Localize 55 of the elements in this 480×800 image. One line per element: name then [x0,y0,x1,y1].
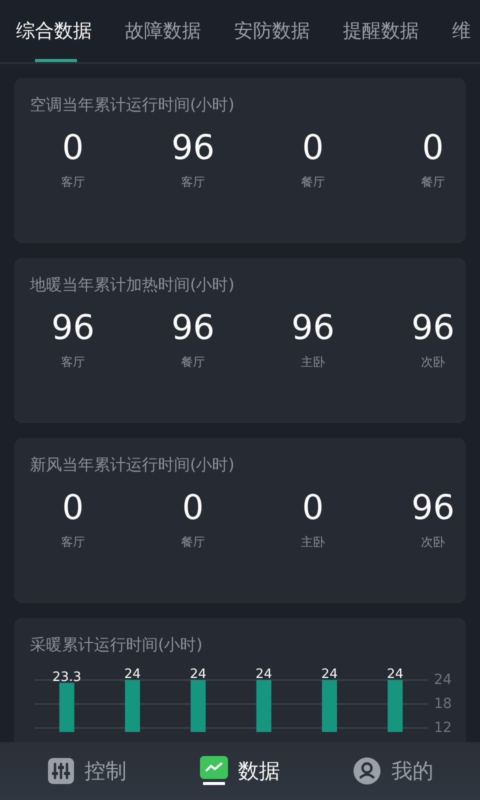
stat-value: 0 [422,128,444,168]
stat-value: 96 [291,308,335,348]
nav-item[interactable]: 数据 [200,756,280,786]
stat-value: 96 [171,128,215,168]
stat-value: 0 [302,488,324,528]
tab[interactable]: 维 [452,19,471,43]
card-title: 采暖累计运行时间(小时) [29,634,204,656]
bar-value-label: 23.3 [52,670,82,685]
tab[interactable]: 安防数据 [234,19,310,43]
room-label: 客厅 [61,534,85,551]
bar-value-label: 24 [256,668,272,682]
user-icon [353,757,382,785]
chart-bar [388,680,403,732]
stat-value: 96 [411,308,455,348]
chart-bar [59,682,74,732]
room-label: 餐厅 [301,174,325,191]
stat-value: 96 [171,308,215,348]
sliders-icon [46,757,75,785]
stat-value: 96 [51,308,95,348]
stat-value: 0 [302,128,324,168]
stat-value: 0 [62,128,84,168]
axis-tick-label: 18 [434,696,452,712]
card-title: 地暖当年累计加热时间(小时) [29,274,236,296]
chart-bar [190,680,206,732]
room-label: 客厅 [181,174,205,191]
bar-value-label: 24 [321,668,338,682]
stat-value: 0 [62,488,84,528]
chart-icon [200,756,228,786]
room-label: 次卧 [421,534,445,551]
room-label: 餐厅 [181,354,205,371]
tab[interactable]: 综合数据 [16,19,92,43]
axis-tick-label: 24 [434,672,452,688]
nav-item[interactable]: 我的 [353,757,434,785]
bar-value-label: 24 [386,668,404,682]
tab[interactable]: 提醒数据 [343,19,419,43]
room-label: 主卧 [301,354,325,371]
chart-bar [322,680,337,732]
axis-tick-label: 12 [434,720,452,732]
bar-value-label: 24 [190,668,206,682]
room-label: 主卧 [301,534,325,551]
nav-item[interactable]: 控制 [46,757,127,785]
room-label: 客厅 [61,174,85,191]
card-title: 新风当年累计运行时间(小时) [29,454,236,476]
tab[interactable]: 故障数据 [125,19,201,43]
room-label: 客厅 [61,354,85,371]
bar-value-label: 24 [124,668,141,682]
tab-indicator [35,59,77,62]
chart-bar [125,680,140,732]
chart-bar [256,680,272,732]
room-label: 餐厅 [181,534,205,551]
room-label: 餐厅 [421,174,445,191]
stat-value: 96 [411,488,455,528]
room-label: 次卧 [421,354,445,371]
stat-value: 0 [182,488,204,528]
card-title: 空调当年累计运行时间(小时) [29,94,236,116]
